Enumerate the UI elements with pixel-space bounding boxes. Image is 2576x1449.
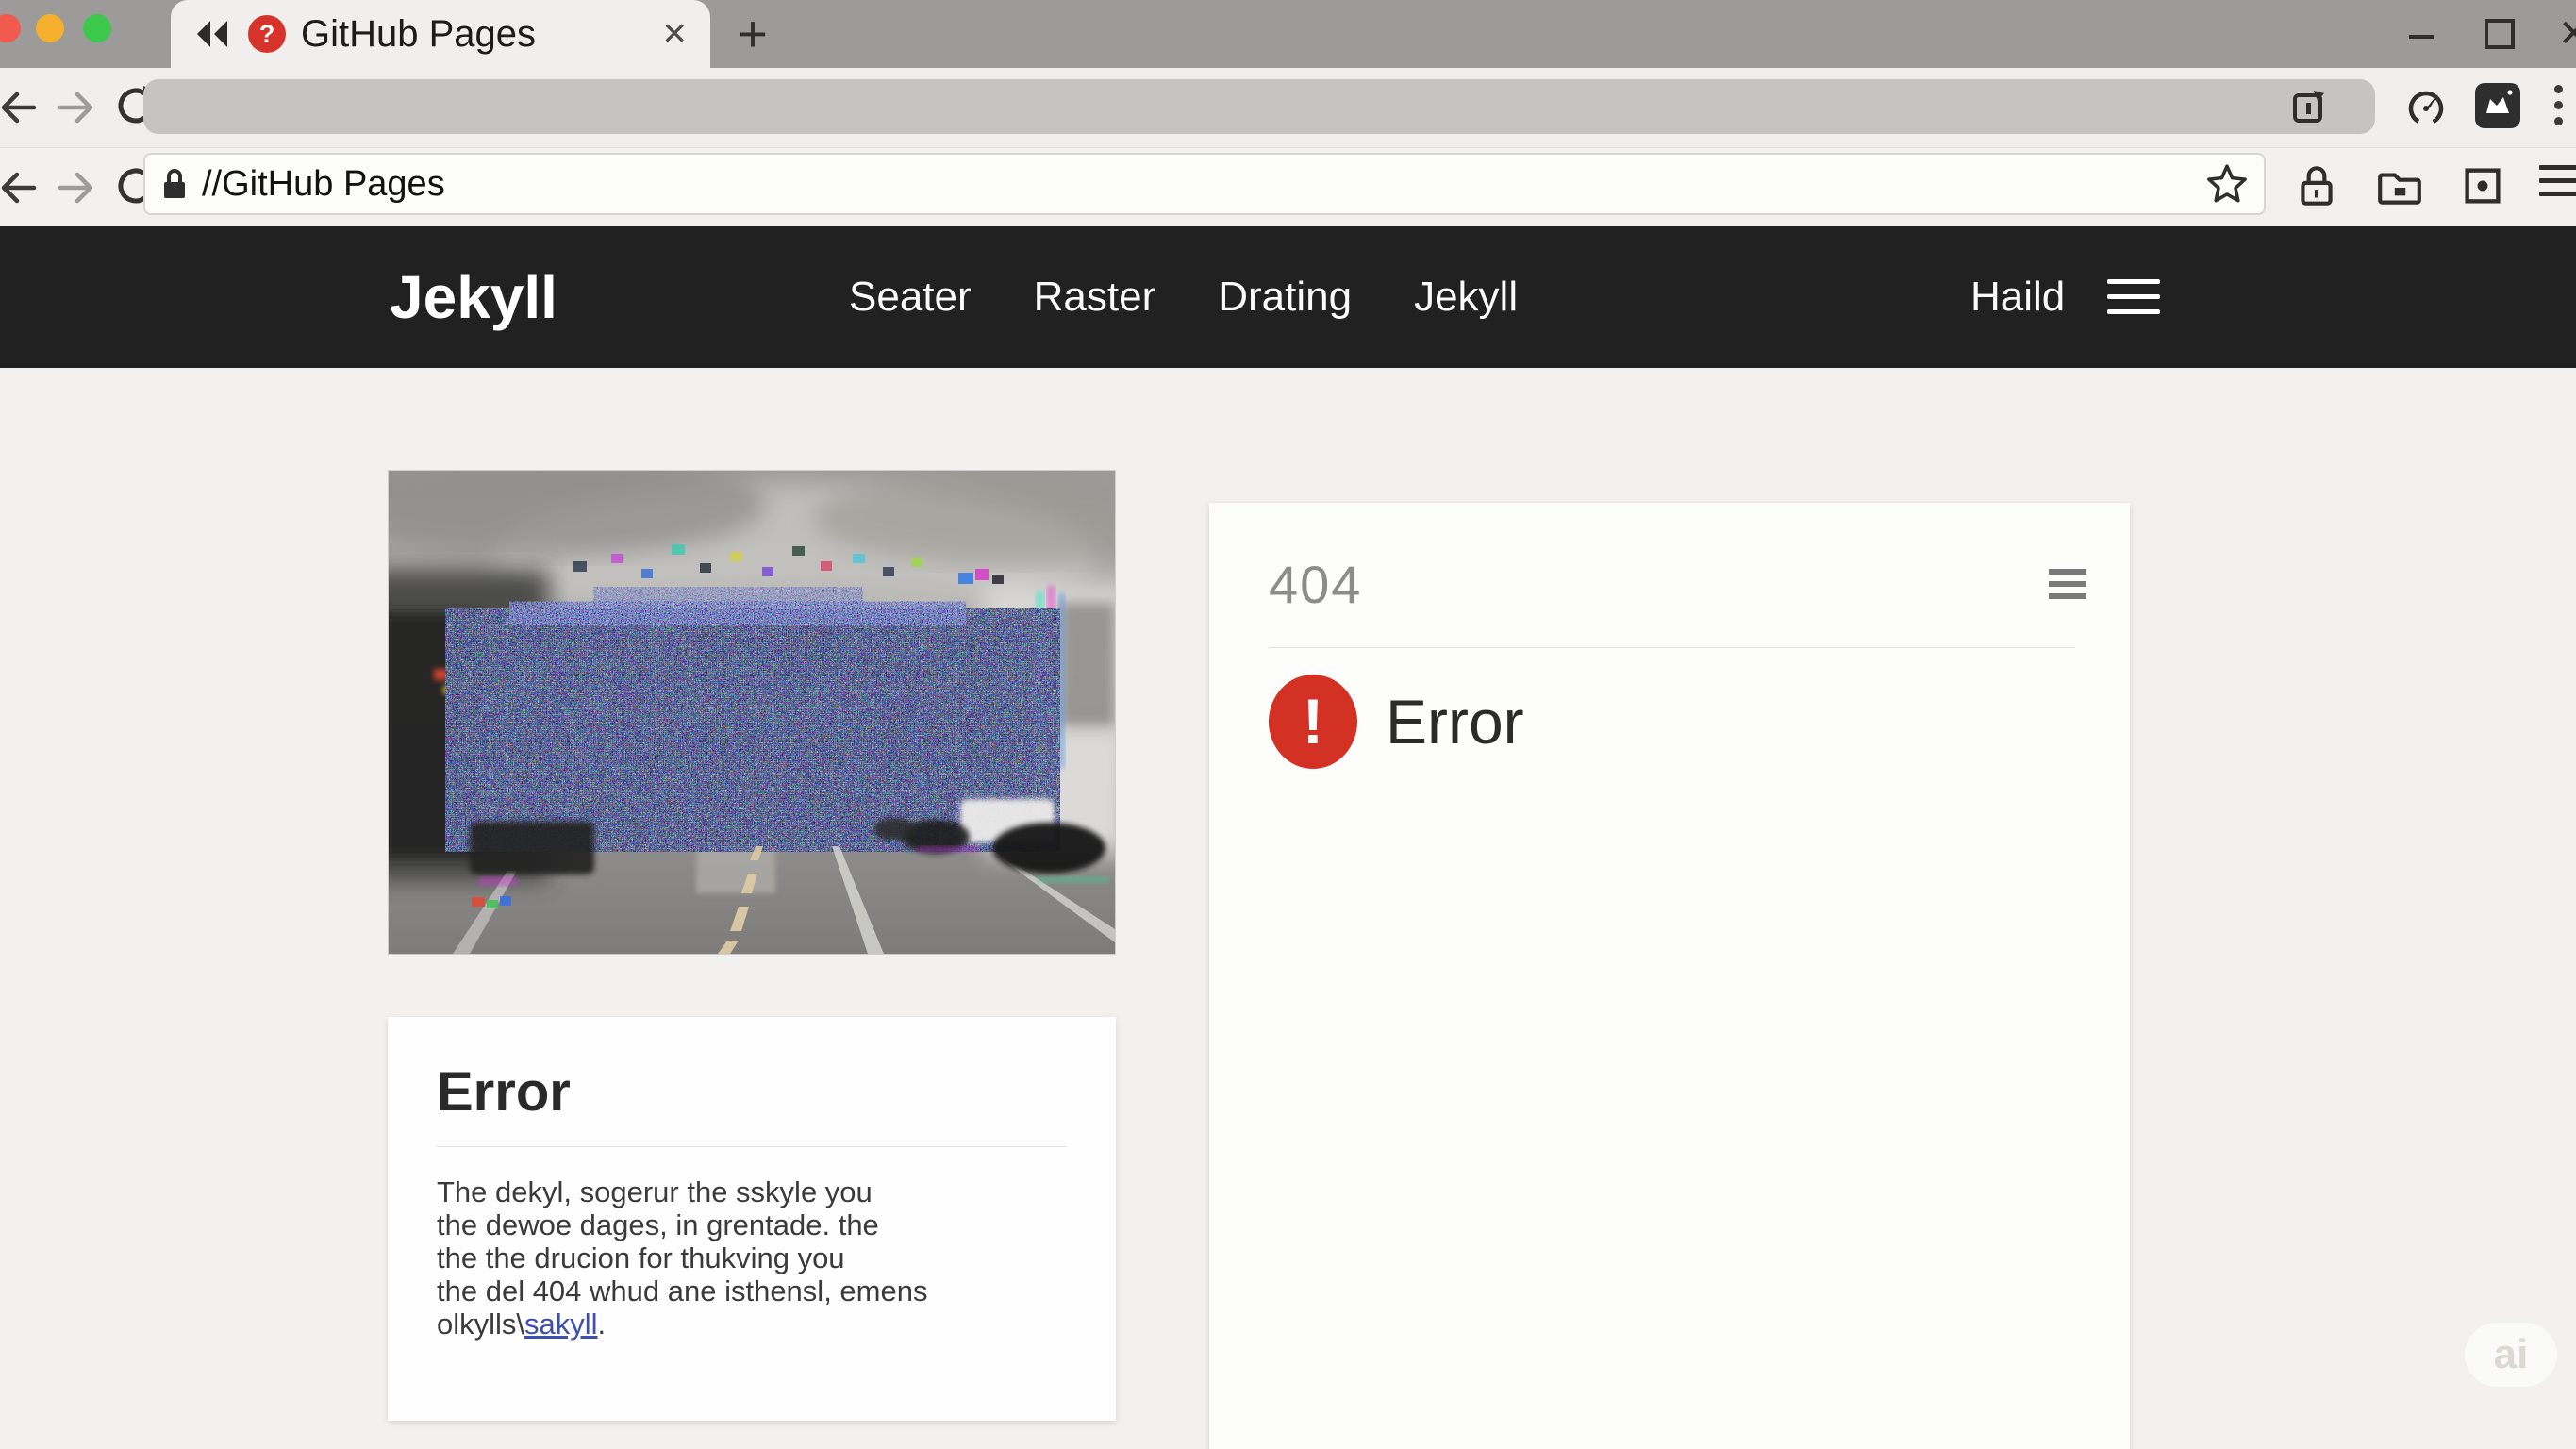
- saved-items-icon[interactable]: [2460, 163, 2505, 208]
- status-code-heading: 404: [1269, 554, 2075, 615]
- hamburger-icon: [2049, 569, 2086, 575]
- glitch-street-image: [388, 470, 1116, 955]
- tab-strip: ? GitHub Pages ✕ + ✕: [0, 0, 2576, 68]
- text-line: the del 404 whud ane isthensl, emens: [437, 1274, 1067, 1307]
- address-bar-inactive[interactable]: [143, 79, 2375, 134]
- text-line: the dewoe dages, in grentade. the: [437, 1208, 1067, 1241]
- hamburger-icon: [2107, 279, 2160, 284]
- error-status-row: ! Error: [1269, 675, 2075, 769]
- error-favicon-icon: ?: [248, 15, 286, 53]
- hamburger-icon: [2539, 165, 2576, 170]
- tab-close-icon[interactable]: ✕: [661, 0, 688, 68]
- error-card-heading: Error: [437, 1060, 1067, 1124]
- back-button[interactable]: [0, 85, 40, 130]
- traffic-light-minimize-button[interactable]: [36, 14, 64, 42]
- address-bar[interactable]: //GitHub Pages: [143, 153, 2266, 215]
- page-content: Error The dekyl, sogerur the sskyle you …: [0, 368, 2576, 1449]
- error-alert-icon: !: [1269, 675, 1357, 769]
- lock-icon: [160, 167, 189, 201]
- browser-window: ? GitHub Pages ✕ + ✕: [0, 0, 2576, 1449]
- status-card: 404 ! Error: [1209, 503, 2130, 1449]
- share-icon[interactable]: [2288, 87, 2330, 128]
- link-prefix: olkylls\: [437, 1307, 524, 1341]
- nav-link-raster[interactable]: Raster: [1034, 274, 1156, 321]
- jekyll-link[interactable]: sakyll: [524, 1307, 598, 1341]
- bookmark-star-icon[interactable]: [2205, 162, 2249, 206]
- forward-button-2[interactable]: [55, 165, 100, 210]
- tab-title: GitHub Pages: [301, 13, 661, 56]
- url-text: //GitHub Pages: [202, 164, 2205, 205]
- text-line: the the drucion for thukving you: [437, 1241, 1067, 1274]
- speedometer-icon[interactable]: [2403, 85, 2449, 130]
- divider: [437, 1146, 1067, 1147]
- browser-menu-button[interactable]: [2539, 165, 2576, 201]
- text-line: olkylls\sakyll.: [437, 1307, 1067, 1341]
- traffic-light-close-button[interactable]: [0, 14, 21, 42]
- new-tab-button[interactable]: +: [724, 0, 781, 68]
- divider: [1269, 647, 2075, 648]
- error-status-label: Error: [1386, 686, 1524, 758]
- nav-link-seater[interactable]: Seater: [849, 274, 972, 321]
- site-logo[interactable]: Jekyll: [390, 226, 557, 368]
- window-close-button[interactable]: ✕: [2558, 0, 2576, 68]
- kebab-menu-button[interactable]: [2554, 85, 2564, 125]
- nav-links: Seater Raster Drating Jekyll: [849, 226, 1518, 368]
- traffic-light-zoom-button[interactable]: [83, 14, 111, 42]
- back-button-2[interactable]: [0, 165, 40, 210]
- site-menu-button[interactable]: [2107, 279, 2160, 317]
- text-line: The dekyl, sogerur the sskyle you: [437, 1175, 1067, 1208]
- error-card-text: The dekyl, sogerur the sskyle you the de…: [437, 1175, 1067, 1341]
- toolbar-row-2: //GitHub Pages: [0, 147, 2576, 227]
- nav-link-drating[interactable]: Drating: [1218, 274, 1352, 321]
- error-card: Error The dekyl, sogerur the sskyle you …: [388, 1017, 1116, 1421]
- site-navbar: Jekyll Seater Raster Drating Jekyll Hail…: [0, 226, 2576, 368]
- extension-app-icon[interactable]: [2475, 83, 2520, 128]
- nav-link-jekyll[interactable]: Jekyll: [1414, 274, 1518, 321]
- downloads-folder-icon[interactable]: [2375, 165, 2424, 208]
- rewind-icon: [195, 19, 231, 49]
- browser-tab[interactable]: ? GitHub Pages ✕: [171, 0, 710, 68]
- toolbar-row-1: [0, 68, 2576, 147]
- card-menu-button[interactable]: [2049, 569, 2086, 603]
- window-maximize-button[interactable]: [2485, 19, 2515, 49]
- forward-button[interactable]: [55, 85, 100, 130]
- ai-watermark-badge: ai: [2465, 1323, 2557, 1387]
- padlock-icon[interactable]: [2294, 161, 2339, 210]
- nav-link-haild[interactable]: Haild: [1970, 226, 2065, 368]
- link-suffix: .: [598, 1307, 607, 1341]
- window-minimize-button[interactable]: [2409, 35, 2434, 39]
